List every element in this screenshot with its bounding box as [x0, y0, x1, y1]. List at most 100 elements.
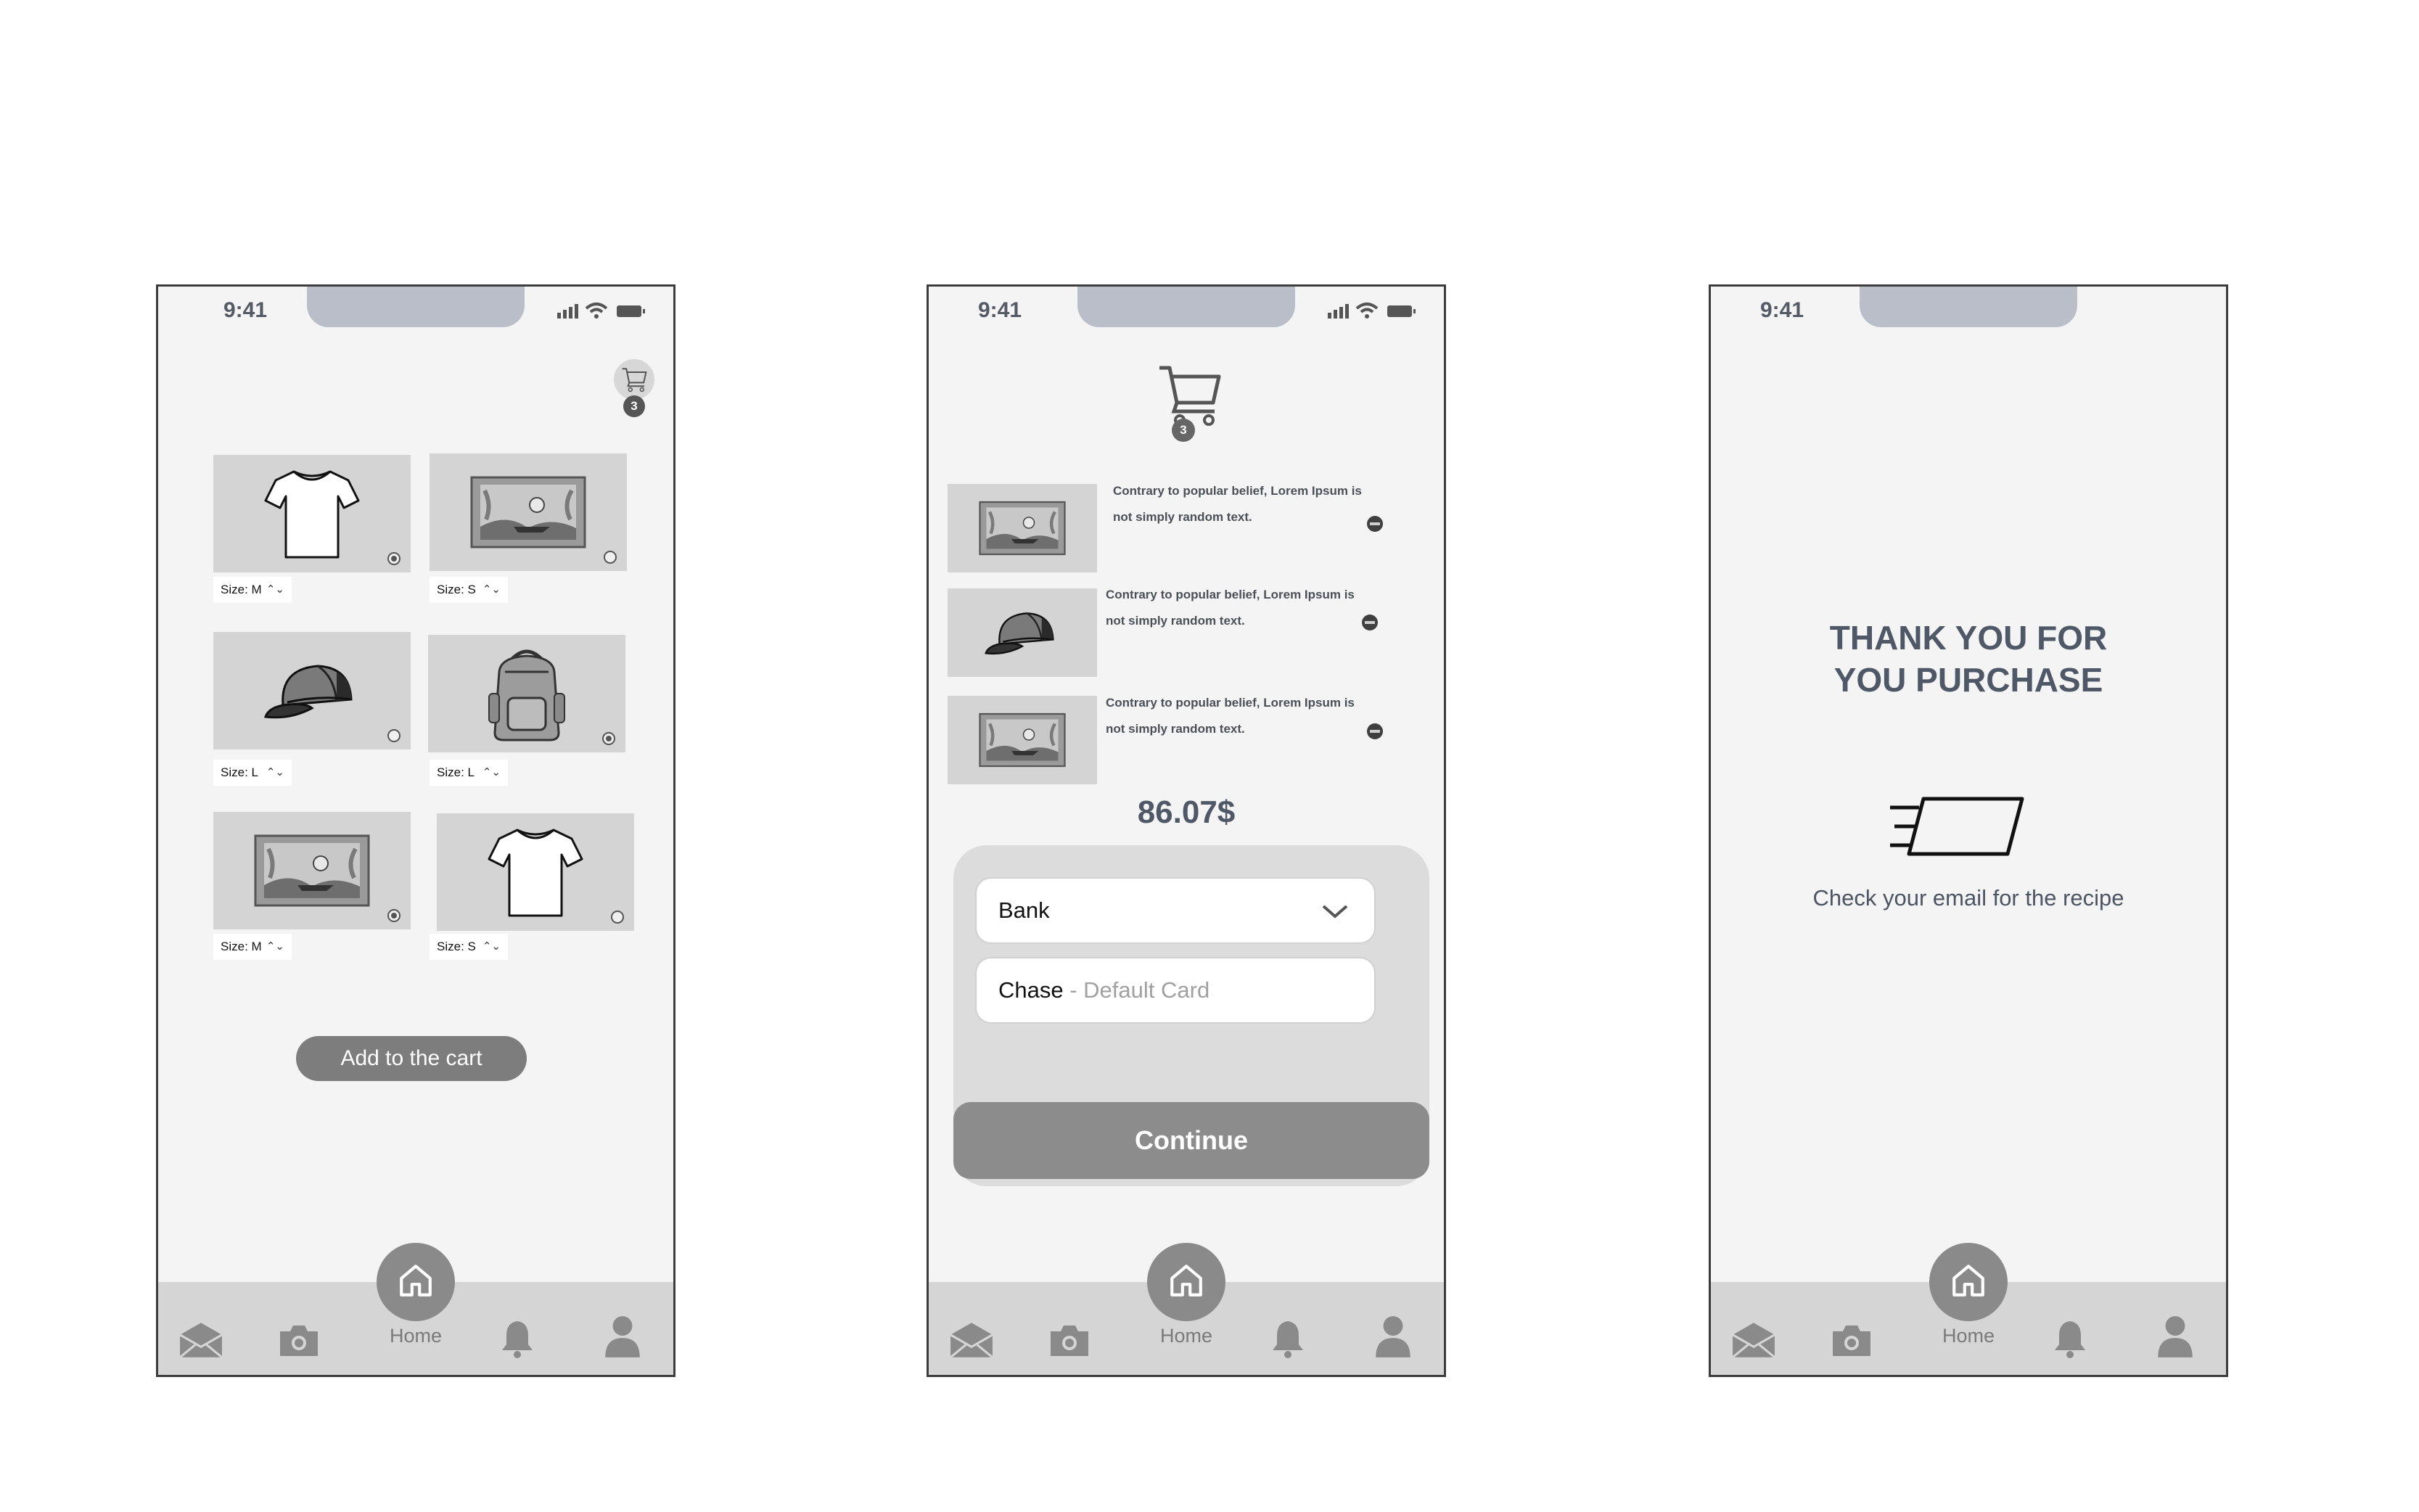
status-time: 9:41 [223, 298, 268, 322]
size-label: Size: L [437, 765, 475, 779]
phone-screen-confirmation: 9:41 THANK YOU FOR YOU PURCHASE Check yo… [1709, 284, 2228, 1377]
size-label: Size: S [437, 940, 476, 953]
select-radio[interactable] [387, 729, 401, 742]
home-label: Home [1942, 1325, 1995, 1347]
size-select[interactable]: Size: L ⌃⌄ [430, 760, 508, 786]
poster-icon [470, 476, 586, 548]
select-radio[interactable] [611, 911, 624, 924]
notch [1077, 287, 1295, 327]
product-card[interactable] [437, 813, 634, 931]
select-radio[interactable] [387, 552, 401, 565]
size-label: Size: M [221, 940, 262, 953]
add-to-cart-button[interactable]: Add to the cart [296, 1036, 527, 1081]
stepper-chevron-icon: ⌃⌄ [482, 766, 501, 778]
continue-button[interactable]: Continue [953, 1102, 1429, 1179]
home-button[interactable] [377, 1243, 455, 1321]
product-card[interactable] [430, 453, 627, 571]
cart-item-text-line: Contrary to popular belief, Lorem Ipsum … [1106, 696, 1355, 710]
cart-icon [621, 366, 647, 393]
size-select[interactable]: Size: L ⌃⌄ [213, 760, 292, 786]
card-default-label: - Default Card [1063, 977, 1210, 1003]
cart-item-text-line: not simply random text. [1113, 510, 1252, 524]
home-icon [397, 1262, 435, 1299]
cart-item-text-line: not simply random text. [1106, 722, 1245, 736]
home-icon [1167, 1262, 1205, 1299]
remove-item-button[interactable] [1367, 516, 1383, 532]
cart-item-text-line: Contrary to popular belief, Lorem Ipsum … [1113, 484, 1362, 498]
user-icon[interactable] [1374, 1314, 1412, 1359]
size-label: Size: L [221, 765, 258, 779]
cart-icon [1157, 362, 1222, 427]
size-select[interactable]: Size: M ⌃⌄ [213, 934, 292, 960]
bottom-nav: Home [1711, 1243, 2226, 1375]
stepper-chevron-icon: ⌃⌄ [266, 766, 284, 778]
tshirt-icon [485, 821, 586, 923]
user-icon[interactable] [2156, 1314, 2194, 1359]
select-radio[interactable] [604, 551, 617, 564]
home-icon [1950, 1262, 1987, 1299]
chevron-down-icon [1322, 905, 1348, 919]
remove-item-button[interactable] [1362, 615, 1378, 630]
stepper-chevron-icon: ⌃⌄ [482, 583, 501, 596]
cap-icon [261, 654, 363, 727]
status-time: 9:41 [978, 298, 1022, 322]
stepper-chevron-icon: ⌃⌄ [482, 940, 501, 953]
bank-select[interactable]: Bank [975, 877, 1376, 944]
user-icon[interactable] [604, 1314, 641, 1359]
home-label: Home [1159, 1325, 1213, 1347]
cart-item-image [948, 588, 1097, 677]
cart-button[interactable] [614, 359, 654, 400]
bell-icon[interactable] [2052, 1318, 2088, 1359]
size-label: Size: S [437, 583, 476, 596]
notch [1860, 287, 2077, 327]
cap-icon [982, 604, 1062, 662]
cart-item-image [948, 696, 1097, 784]
status-time: 9:41 [1760, 298, 1804, 322]
tshirt-icon [261, 463, 363, 564]
cart-item-text-line: not simply random text. [1106, 614, 1245, 628]
product-card[interactable] [213, 812, 411, 929]
thank-you-line: YOU PURCHASE [1833, 661, 2103, 699]
size-label: Size: M [221, 583, 262, 596]
size-select[interactable]: Size: S ⌃⌄ [430, 577, 508, 603]
bell-icon[interactable] [499, 1318, 535, 1359]
stepper-chevron-icon: ⌃⌄ [266, 940, 284, 953]
product-card[interactable] [428, 635, 625, 752]
cart-item-description: Contrary to popular belief, Lorem Ipsum … [1106, 582, 1389, 634]
home-label: Home [389, 1325, 443, 1347]
order-total: 86.07$ [1137, 794, 1236, 830]
poster-icon [254, 834, 370, 907]
status-bar-icons [554, 301, 663, 321]
product-card[interactable] [213, 632, 411, 749]
home-button[interactable] [1147, 1243, 1225, 1321]
poster-icon [979, 711, 1066, 769]
cart-item-description: Contrary to popular belief, Lorem Ipsum … [1106, 690, 1389, 742]
thank-you-heading: THANK YOU FOR YOU PURCHASE [1711, 617, 2226, 701]
cart-item-description: Contrary to popular belief, Lorem Ipsum … [1113, 478, 1396, 530]
email-note: Check your email for the recipe [1812, 885, 2124, 911]
bank-select-value: Bank [998, 897, 1050, 923]
bell-icon[interactable] [1270, 1318, 1306, 1359]
phone-screen-checkout: 9:41 3 Contrary to popular belief, Lorem… [927, 284, 1446, 1377]
poster-icon [979, 499, 1066, 557]
product-card[interactable] [213, 455, 411, 572]
select-radio[interactable] [602, 732, 615, 745]
sent-receipt-icon [1890, 797, 2024, 856]
size-select[interactable]: Size: S ⌃⌄ [430, 934, 508, 960]
home-button[interactable] [1929, 1243, 2008, 1321]
remove-item-button[interactable] [1367, 723, 1383, 739]
thank-you-line: THANK YOU FOR [1829, 619, 2108, 657]
backpack-icon [483, 643, 570, 744]
card-name: Chase [998, 977, 1064, 1003]
cart-item-text-line: Contrary to popular belief, Lorem Ipsum … [1106, 588, 1355, 601]
card-select[interactable]: Chase - Default Card [975, 957, 1376, 1024]
bottom-nav: Home [158, 1243, 673, 1375]
cart-count-badge: 3 [623, 395, 645, 417]
size-select[interactable]: Size: M ⌃⌄ [213, 577, 292, 603]
cart-count-badge: 3 [1172, 419, 1195, 442]
notch [307, 287, 525, 327]
status-bar-icons [1325, 301, 1434, 321]
phone-screen-products: 9:41 3 Size: M ⌃⌄ Size: S ⌃⌄ Size: L ⌃⌄ Siz… [156, 284, 675, 1377]
stepper-chevron-icon: ⌃⌄ [266, 583, 284, 596]
select-radio[interactable] [387, 909, 401, 922]
